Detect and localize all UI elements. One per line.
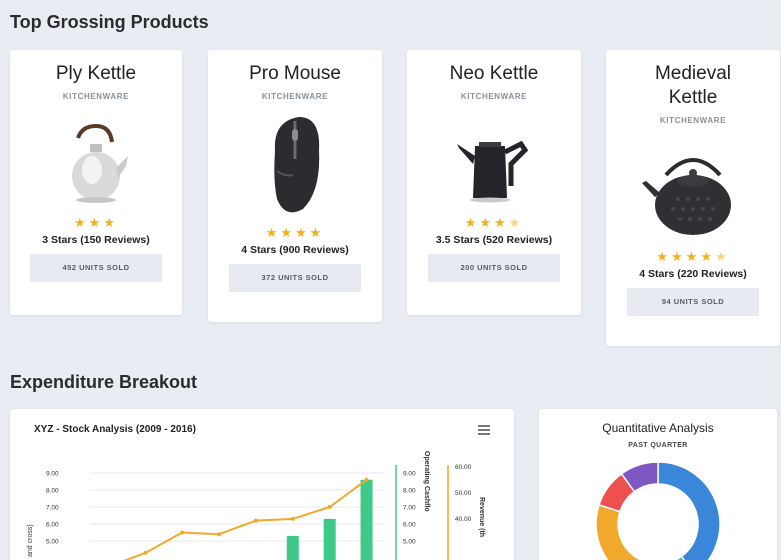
- line-point: [217, 532, 222, 537]
- product-category: KITCHENWARE: [261, 92, 329, 101]
- left-axis-label: and cross): [27, 524, 34, 557]
- product-name: Medieval Kettle: [654, 63, 732, 108]
- units-sold-badge: 452 UNITS SOLD: [30, 254, 162, 282]
- product-card[interactable]: Ply Kettle KITCHENWARE ★★★ 3 Stars (150 …: [10, 50, 182, 315]
- tick-label-mid: 5.00: [403, 539, 416, 546]
- line-point: [253, 518, 258, 523]
- line-point: [180, 530, 185, 535]
- donut-slice: [657, 461, 721, 560]
- top-grossing-heading: Top Grossing Products: [10, 12, 209, 32]
- right-axis-label-operating: Operating Cashflo: [423, 451, 430, 512]
- units-sold-badge: 94 UNITS SOLD: [627, 288, 759, 316]
- line-point: [143, 550, 148, 555]
- line-point: [290, 516, 295, 521]
- tick-label-right: 60.00: [455, 464, 472, 471]
- tick-label-left: 9.00: [46, 471, 59, 478]
- bar: [360, 479, 373, 560]
- units-sold-badge: 200 UNITS SOLD: [428, 254, 560, 282]
- product-name: Neo Kettle: [449, 63, 539, 84]
- bar: [323, 518, 336, 560]
- tick-label-right: 50.00: [455, 490, 472, 497]
- tick-label-mid: 7.00: [403, 505, 416, 512]
- donut-chart: [595, 461, 721, 560]
- line-point: [327, 505, 332, 509]
- product-category: KITCHENWARE: [659, 116, 727, 125]
- right-axis-label-revenue: Revenue (th: [478, 497, 485, 537]
- computer-mouse-icon: [208, 111, 382, 221]
- product-name: Pro Mouse: [249, 63, 341, 84]
- product-card[interactable]: Pro Mouse KITCHENWARE ★★★★ 4 Stars (900 …: [208, 50, 382, 322]
- stock-analysis-panel: XYZ - Stock Analysis (2009 - 2016) 9.00 8…: [10, 409, 514, 560]
- product-card[interactable]: Neo Kettle KITCHENWARE ★★★★ 3.5 Stars (5…: [407, 50, 581, 315]
- rating-text: 4 Stars (900 Reviews): [241, 244, 349, 256]
- rating-text: 3.5 Stars (520 Reviews): [435, 234, 553, 246]
- white-kettle-icon: [10, 111, 182, 211]
- rating-text: 3 Stars (150 Reviews): [42, 234, 150, 246]
- product-name: Ply Kettle: [55, 63, 137, 84]
- product-card[interactable]: Medieval Kettle KITCHENWARE ★★★★★ 4 Star…: [606, 50, 780, 346]
- tick-label-left: 6.00: [46, 522, 59, 529]
- line-point: [364, 477, 369, 482]
- tick-label-left: 7.00: [46, 505, 59, 512]
- units-sold-badge: 372 UNITS SOLD: [229, 264, 361, 292]
- tick-label-mid: 9.00: [403, 471, 416, 478]
- product-category: KITCHENWARE: [460, 92, 528, 101]
- star-rating: ★★★★★: [656, 249, 730, 264]
- tick-label-left: 8.00: [46, 488, 59, 495]
- donut-slice: [595, 503, 643, 560]
- black-kettle-icon: [407, 111, 581, 211]
- rating-text: 4 Stars (220 Reviews): [639, 268, 747, 280]
- star-rating: ★★★★: [464, 215, 524, 230]
- tick-label-mid: 8.00: [403, 488, 416, 495]
- star-rating: ★★★★: [265, 225, 325, 240]
- quantitative-analysis-panel: Quantitative Analysis PAST QUARTER: [539, 409, 777, 560]
- expenditure-heading: Expenditure Breakout: [10, 372, 198, 392]
- tick-label-right: 40.00: [455, 516, 472, 523]
- bar: [286, 535, 299, 560]
- star-rating: ★★★: [74, 215, 118, 230]
- cast-iron-teapot-icon: [606, 135, 780, 245]
- tick-label-left: 5.00: [46, 539, 59, 546]
- product-category: KITCHENWARE: [62, 92, 130, 101]
- tick-label-mid: 6.00: [403, 522, 416, 529]
- stock-chart: 9.00 8.00 7.00 6.00 5.00 9.00 8.00 7.00 6.00 5.0…: [27, 451, 485, 560]
